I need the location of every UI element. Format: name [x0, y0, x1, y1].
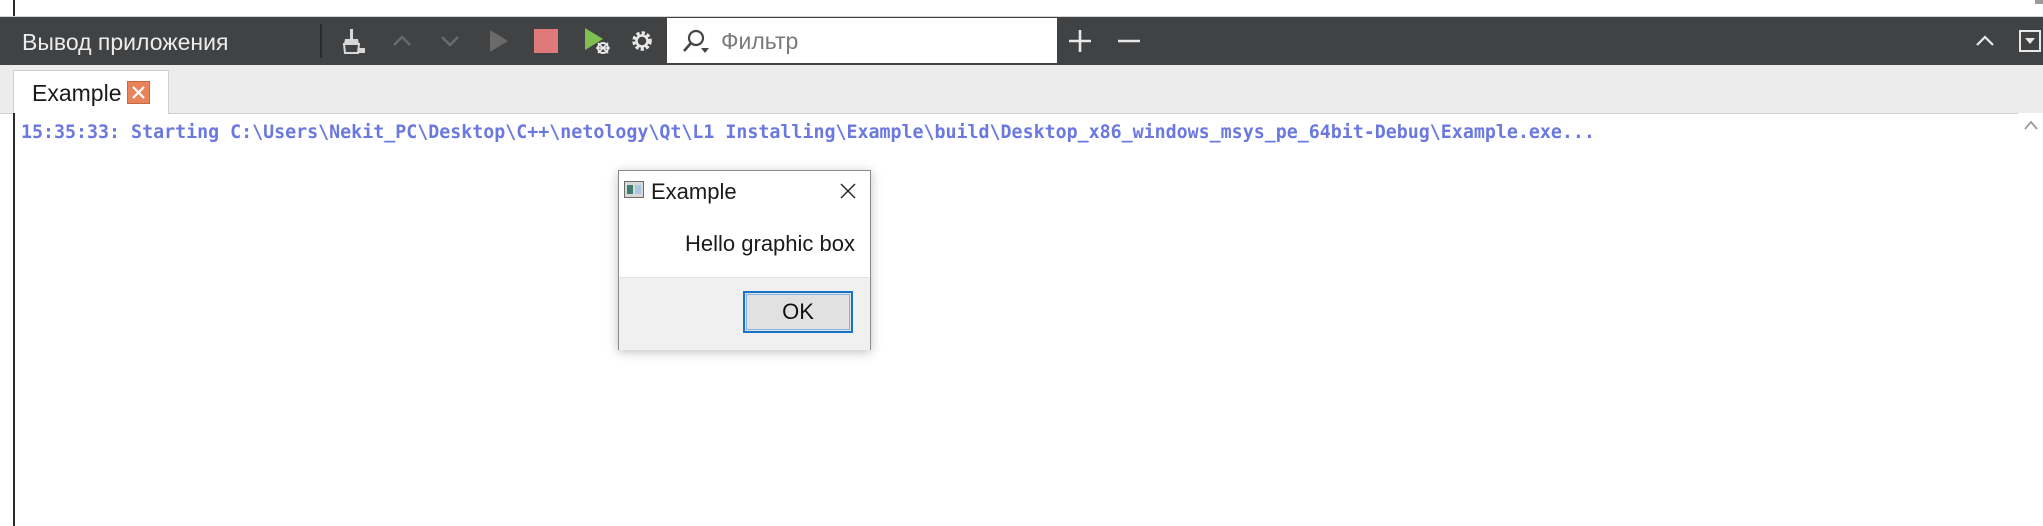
- collapse-pane-button[interactable]: [1966, 22, 2004, 60]
- toolbar-separator: [320, 24, 322, 58]
- pane-menu-button[interactable]: [2010, 22, 2043, 60]
- corner-mark: [2035, 0, 2043, 4]
- message-box-close-button[interactable]: [837, 180, 859, 202]
- add-icon: [1069, 30, 1091, 52]
- run-icon: [490, 30, 508, 52]
- stop-icon: [534, 29, 558, 53]
- settings-icon: [632, 31, 652, 51]
- filter-input[interactable]: [719, 24, 1043, 58]
- filter-box[interactable]: [667, 18, 1057, 63]
- clean-icon: [342, 29, 365, 54]
- message-box-title: Example: [651, 179, 737, 204]
- application-output[interactable]: 15:35:33: Starting C:\Users\Nekit_PC\Des…: [15, 114, 2018, 526]
- scroll-up-icon[interactable]: [2023, 119, 2039, 131]
- app-window-icon: [624, 181, 644, 198]
- left-divider: [13, 0, 15, 16]
- search-icon: [683, 29, 709, 53]
- message-box-button-area: OK: [619, 277, 870, 350]
- debug-run-button[interactable]: [577, 22, 615, 60]
- output-pane-toolbar: Вывод приложения: [0, 17, 2043, 65]
- message-text: Hello graphic box: [685, 231, 855, 256]
- remove-icon: [1118, 39, 1140, 43]
- next-item-button[interactable]: [431, 22, 469, 60]
- close-icon: [840, 183, 856, 199]
- previous-item-button[interactable]: [383, 22, 421, 60]
- tab-close-button[interactable]: [127, 81, 150, 104]
- down-arrow-icon: [441, 36, 459, 47]
- vertical-scrollbar[interactable]: [2018, 113, 2043, 526]
- close-icon: [132, 86, 145, 99]
- ok-button[interactable]: OK: [743, 291, 853, 333]
- collapse-icon: [1976, 35, 1994, 46]
- top-window-edge: [0, 0, 2043, 17]
- output-line: 15:35:33: Starting C:\Users\Nekit_PC\Des…: [21, 122, 1595, 143]
- up-arrow-icon: [393, 35, 411, 46]
- settings-button[interactable]: [623, 22, 661, 60]
- output-tab-bar: Example: [0, 65, 2043, 114]
- stop-button[interactable]: [527, 22, 565, 60]
- pane-title: Вывод приложения: [22, 29, 229, 55]
- debug-run-icon: [585, 28, 610, 54]
- tab-label: Example: [32, 80, 122, 106]
- decrease-font-button[interactable]: [1110, 22, 1148, 60]
- run-button[interactable]: [479, 22, 517, 60]
- message-box-titlebar[interactable]: Example: [619, 171, 870, 213]
- tab-example[interactable]: Example: [13, 70, 169, 114]
- menu-icon: [2019, 30, 2041, 52]
- clean-output-button[interactable]: [333, 22, 371, 60]
- increase-font-button[interactable]: [1061, 22, 1099, 60]
- message-box: Example Hello graphic box OK: [618, 170, 871, 350]
